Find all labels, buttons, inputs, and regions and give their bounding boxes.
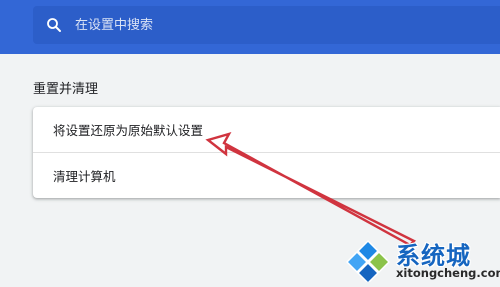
section-title: 重置并清理 xyxy=(33,82,99,97)
search-box[interactable] xyxy=(33,6,500,44)
clean-computer-option[interactable]: 清理计算机 xyxy=(33,153,500,198)
watermark-url: xitongcheng.com xyxy=(396,266,500,280)
reset-cleanup-card: 将设置还原为原始默认设置 清理计算机 xyxy=(33,107,500,198)
clean-computer-label: 清理计算机 xyxy=(53,169,116,184)
search-input[interactable] xyxy=(75,6,475,44)
restore-defaults-label: 将设置还原为原始默认设置 xyxy=(53,123,204,138)
settings-header xyxy=(0,0,500,54)
search-icon xyxy=(47,18,61,32)
windows-logo-icon xyxy=(346,239,390,282)
watermark: 系统城 xitongcheng.com xyxy=(346,234,500,284)
restore-defaults-option[interactable]: 将设置还原为原始默认设置 xyxy=(33,107,500,152)
